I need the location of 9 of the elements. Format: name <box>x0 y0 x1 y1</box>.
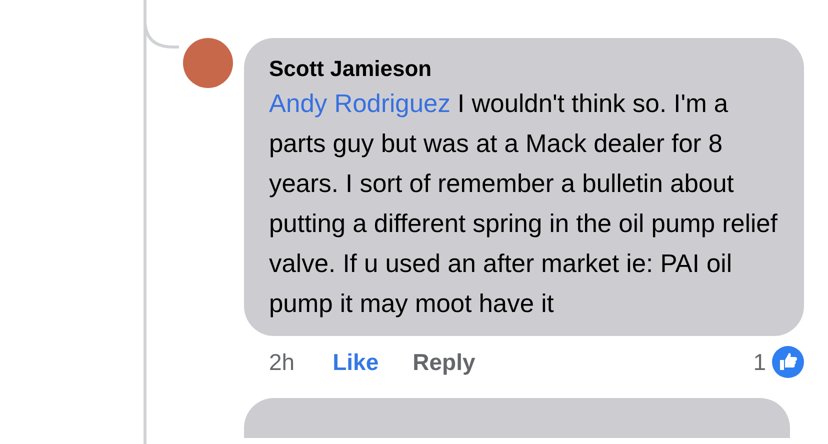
thumbs-up-icon[interactable] <box>772 346 804 378</box>
timestamp: 2h <box>269 348 295 377</box>
comment-text: Andy Rodriguez I wouldn't think so. I'm a parts guy but was at a Mack dealer for 8 years. I sort of remember a bulletin about putting a different spring in the oil pump relief valve. If u used an after market ie: PAI oil pump it may moot have it <box>269 89 778 320</box>
reply-button[interactable]: Reply <box>412 344 476 380</box>
reaction-count: 1 <box>753 348 766 377</box>
avatar[interactable] <box>183 38 233 88</box>
like-button[interactable]: Like <box>332 344 379 380</box>
author-name[interactable]: Scott Jamieson <box>269 54 788 84</box>
mention-link[interactable]: Andy Rodriguez <box>269 90 450 118</box>
